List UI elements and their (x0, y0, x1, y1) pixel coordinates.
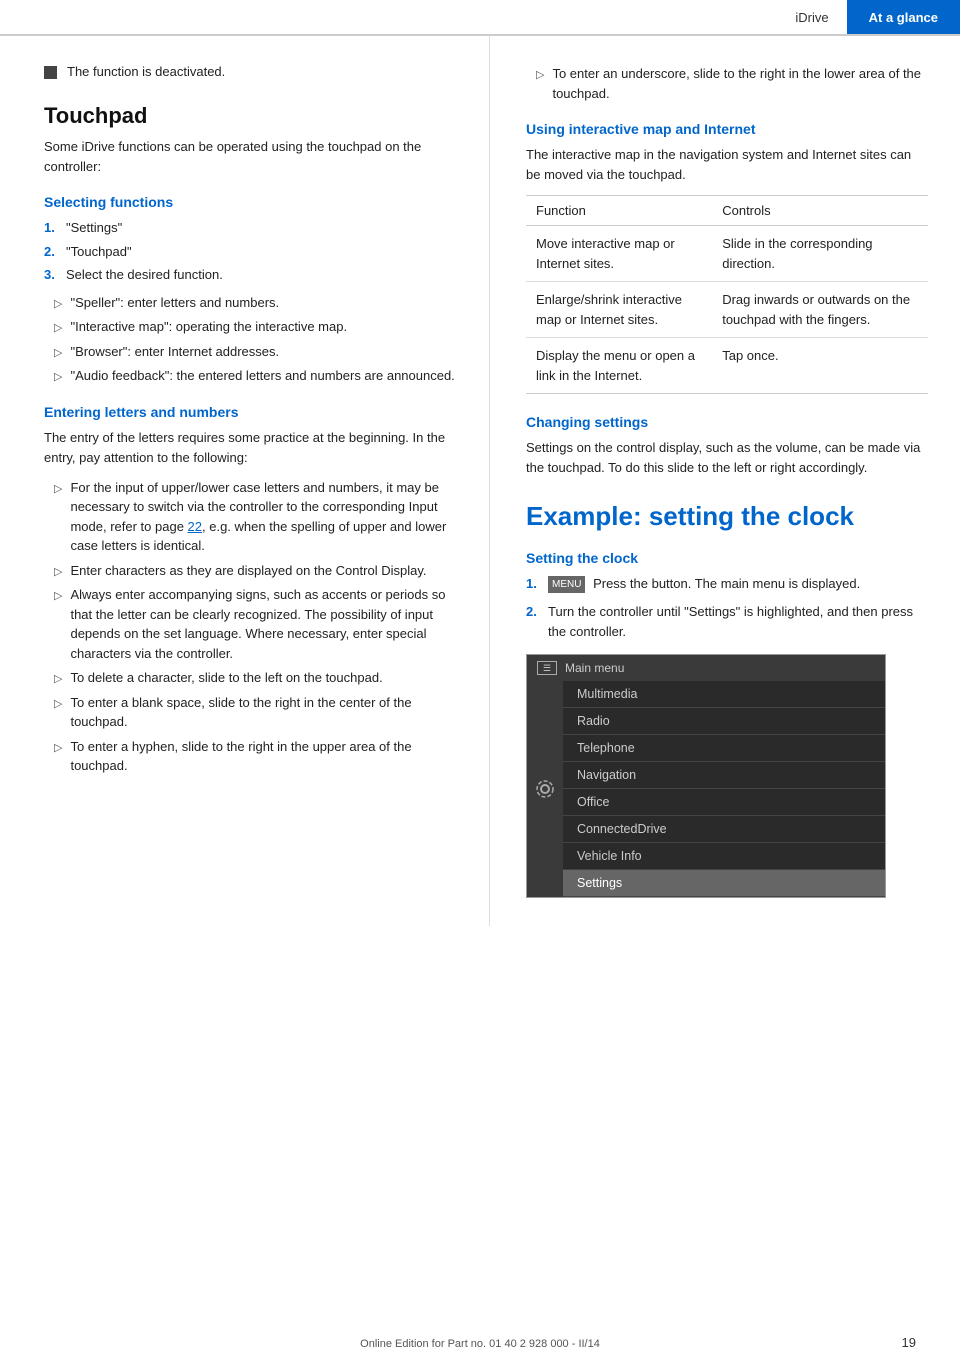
menu-gear-area (527, 681, 563, 897)
entering-letters-section: Entering letters and numbers The entry o… (44, 404, 457, 776)
menu-item-navigation[interactable]: Navigation (563, 762, 885, 789)
arrow-icon: ▷ (54, 588, 62, 663)
setting-clock-section: Setting the clock 1. MENU Press the butt… (526, 550, 928, 898)
deactivated-note: The function is deactivated. (44, 64, 457, 79)
left-column: The function is deactivated. Touchpad So… (0, 36, 490, 926)
menu-items-container: Multimedia Radio Telephone Navigation Of… (527, 681, 885, 897)
list-item: ▷ To enter a hyphen, slide to the right … (54, 737, 457, 776)
menu-item-office[interactable]: Office (563, 789, 885, 816)
arrow-icon: ▷ (54, 671, 62, 688)
menu-item-vehicleinfo[interactable]: Vehicle Info (563, 843, 885, 870)
changing-settings-heading: Changing settings (526, 414, 928, 430)
interactive-map-intro: The interactive map in the navigation sy… (526, 145, 928, 185)
arrow-icon: ▷ (54, 320, 62, 337)
arrow-icon: ▷ (54, 296, 62, 313)
page-header: iDrive At a glance (0, 0, 960, 36)
arrow-icon: ▷ (54, 345, 62, 362)
step-2: 2. Turn the controller until "Settings" … (526, 602, 928, 642)
arrow-icon: ▷ (536, 67, 544, 103)
list-item: ▷ "Speller": enter letters and numbers. (54, 293, 457, 313)
interactive-map-table: Function Controls Move interactive map o… (526, 195, 928, 394)
selecting-functions-list: 1. "Settings" 2. "Touchpad" 3. Select th… (44, 218, 457, 285)
list-item: ▷ To delete a character, slide to the le… (54, 668, 457, 688)
touchpad-title: Touchpad (44, 103, 457, 129)
table-row: Move interactive map or Internet sites. … (526, 226, 928, 282)
list-item: ▷ "Interactive map": operating the inter… (54, 317, 457, 337)
table-row: Display the menu or open a link in the I… (526, 338, 928, 394)
list-item: ▷ For the input of upper/lower case lett… (54, 478, 457, 556)
main-content: The function is deactivated. Touchpad So… (0, 36, 960, 926)
menu-list: Multimedia Radio Telephone Navigation Of… (563, 681, 885, 897)
arrow-icon: ▷ (54, 369, 62, 386)
arrow-icon: ▷ (54, 740, 62, 776)
list-item: 3. Select the desired function. (44, 265, 457, 285)
list-item: 2. "Touchpad" (44, 242, 457, 262)
right-column: ▷ To enter an underscore, slide to the r… (490, 36, 960, 926)
menu-header-label: Main menu (565, 661, 624, 675)
selecting-functions-subitems: ▷ "Speller": enter letters and numbers. … (54, 293, 457, 386)
list-item: ▷ "Audio feedback": the entered letters … (54, 366, 457, 386)
selecting-functions-section: Selecting functions 1. "Settings" 2. "To… (44, 194, 457, 386)
idrive-tab[interactable]: iDrive (777, 0, 846, 34)
changing-settings-text: Settings on the control display, such as… (526, 438, 928, 478)
interactive-map-section: Using interactive map and Internet The i… (526, 121, 928, 394)
menu-item-telephone[interactable]: Telephone (563, 735, 885, 762)
arrow-icon: ▷ (54, 481, 62, 556)
menu-item-connecteddrive[interactable]: ConnectedDrive (563, 816, 885, 843)
menu-item-settings[interactable]: Settings (563, 870, 885, 897)
list-item: ▷ To enter a blank space, slide to the r… (54, 693, 457, 732)
menu-header: ☰ Main menu (527, 655, 885, 681)
arrow-icon: ▷ (54, 696, 62, 732)
gear-icon (534, 778, 556, 800)
setting-clock-heading: Setting the clock (526, 550, 928, 566)
table-row: Enlarge/shrink interactive map or Intern… (526, 282, 928, 338)
entering-letters-intro: The entry of the letters requires some p… (44, 428, 457, 468)
arrow-icon: ▷ (54, 564, 62, 581)
list-item: ▷ To enter an underscore, slide to the r… (536, 64, 928, 103)
menu-list-icon: ☰ (537, 661, 557, 675)
menu-item-radio[interactable]: Radio (563, 708, 885, 735)
ataglance-tab[interactable]: At a glance (847, 0, 960, 34)
interactive-map-heading: Using interactive map and Internet (526, 121, 928, 137)
footer-text: Online Edition for Part no. 01 40 2 928 … (360, 1338, 600, 1350)
table-col-controls: Controls (712, 196, 928, 226)
entering-letters-heading: Entering letters and numbers (44, 404, 457, 420)
footer: Online Edition for Part no. 01 40 2 928 … (0, 1338, 960, 1350)
page-number: 19 (902, 1335, 916, 1350)
table-col-function: Function (526, 196, 712, 226)
step-1: 1. MENU Press the button. The main menu … (526, 574, 928, 594)
entering-letters-list: ▷ For the input of upper/lower case lett… (54, 478, 457, 776)
list-item: ▷ Enter characters as they are displayed… (54, 561, 457, 581)
list-item: 1. "Settings" (44, 218, 457, 238)
changing-settings-section: Changing settings Settings on the contro… (526, 414, 928, 478)
square-bullet-icon (44, 66, 57, 79)
list-item: ▷ Always enter accompanying signs, such … (54, 585, 457, 663)
example-title: Example: setting the clock (526, 501, 928, 532)
menu-screenshot: ☰ Main menu Multimedia (526, 654, 886, 898)
menu-badge: MENU (548, 576, 585, 594)
selecting-functions-heading: Selecting functions (44, 194, 457, 210)
touchpad-intro: Some iDrive functions can be operated us… (44, 137, 457, 176)
underscore-note: ▷ To enter an underscore, slide to the r… (526, 64, 928, 103)
list-item: ▷ "Browser": enter Internet addresses. (54, 342, 457, 362)
menu-item-multimedia[interactable]: Multimedia (563, 681, 885, 708)
